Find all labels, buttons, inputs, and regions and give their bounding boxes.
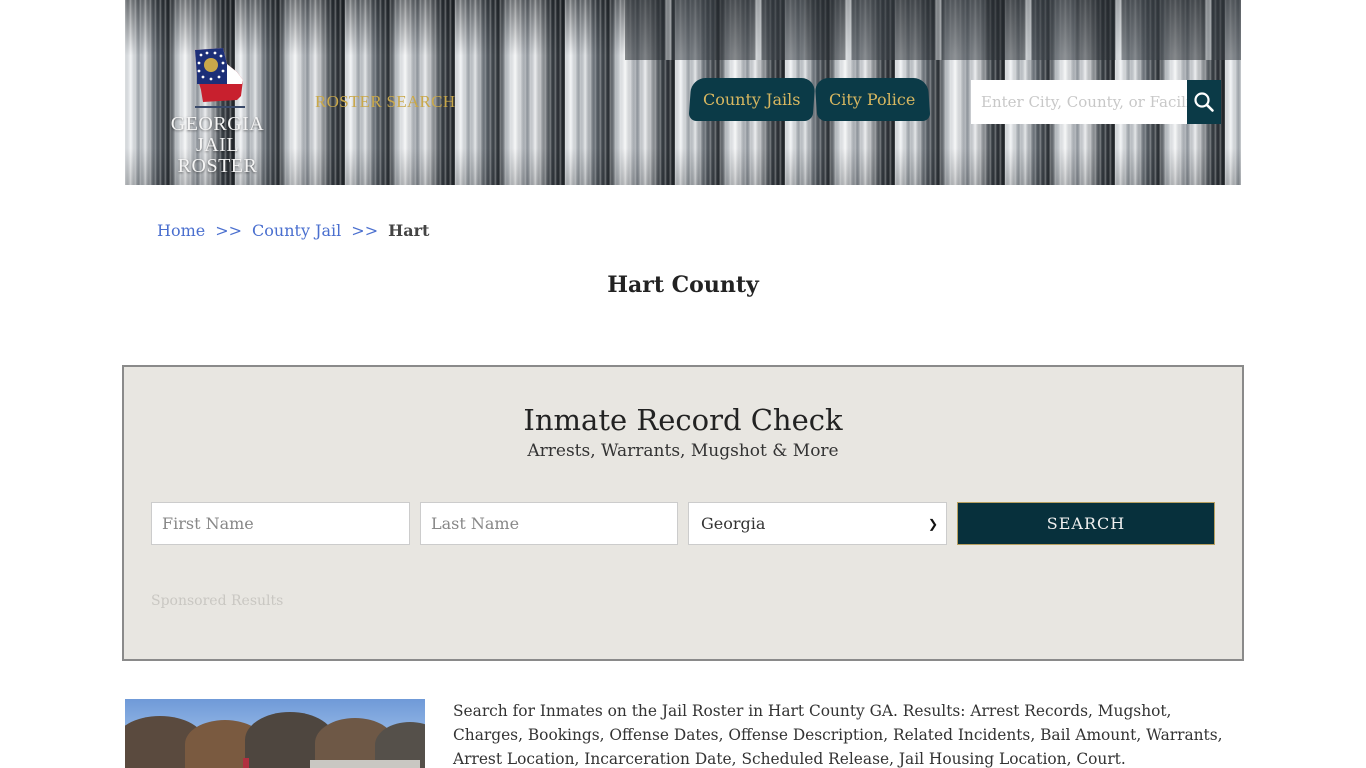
breadcrumb-current: Hart	[388, 221, 430, 240]
state-select[interactable]: Georgia	[688, 502, 947, 545]
facility-search-button[interactable]	[1187, 80, 1221, 124]
logo-text: GEORGIA JAIL ROSTER	[155, 114, 280, 177]
breadcrumb: Home >> County Jail >> Hart	[157, 221, 429, 240]
nav-city-police-label: City Police	[829, 90, 916, 109]
first-name-input[interactable]	[151, 502, 410, 545]
last-name-input[interactable]	[420, 502, 678, 545]
roster-search-link[interactable]: ROSTER SEARCH	[315, 92, 455, 112]
county-jail-photo	[125, 699, 425, 768]
sponsored-results-label: Sponsored Results	[151, 593, 284, 609]
search-icon	[1194, 92, 1214, 112]
record-check-title: Inmate Record Check	[523, 403, 843, 437]
nav-city-police[interactable]: City Police	[814, 78, 931, 121]
inmate-record-check-panel: Inmate Record Check Arrests, Warrants, M…	[122, 365, 1244, 661]
site-header: GEORGIA JAIL ROSTER ROSTER SEARCH County…	[125, 0, 1241, 185]
logo-divider	[195, 106, 245, 108]
site-logo[interactable]: GEORGIA JAIL ROSTER	[155, 46, 280, 177]
record-check-subtitle: Arrests, Warrants, Mugshot & More	[527, 441, 839, 461]
nav-county-jails-label: County Jails	[703, 90, 801, 109]
record-search-button[interactable]: SEARCH	[957, 502, 1215, 545]
breadcrumb-home[interactable]: Home	[157, 221, 205, 240]
breadcrumb-county-jail[interactable]: County Jail	[252, 221, 341, 240]
county-description: Search for Inmates on the Jail Roster in…	[453, 702, 1223, 768]
logo-line-1: GEORGIA	[170, 113, 265, 135]
logo-line-2: JAIL ROSTER	[177, 134, 258, 177]
georgia-flag-icon	[195, 48, 243, 102]
breadcrumb-separator: >>	[215, 221, 243, 240]
page-title: Hart County	[607, 272, 759, 298]
breadcrumb-separator: >>	[351, 221, 379, 240]
nav-county-jails[interactable]: County Jails	[688, 78, 816, 121]
facility-search-input[interactable]	[971, 80, 1221, 124]
